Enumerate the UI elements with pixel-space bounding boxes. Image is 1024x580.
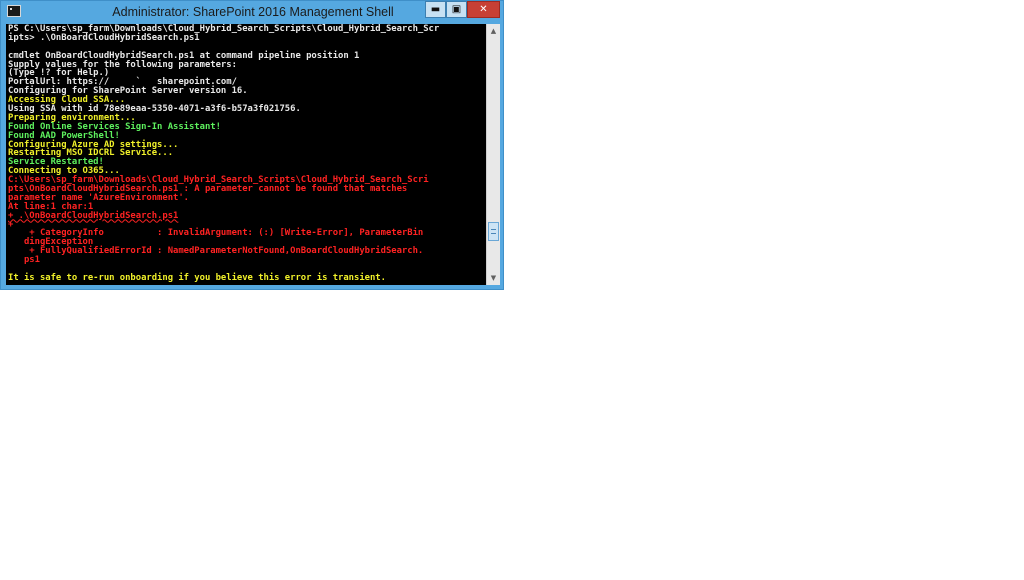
console-line-text: + FullyQualifiedErrorId : NamedParameter… xyxy=(8,246,424,257)
scroll-thumb[interactable] xyxy=(488,222,499,242)
close-button[interactable]: ✕ xyxy=(467,1,500,18)
console-line-text: It is safe to re-run onboarding if you b… xyxy=(8,272,386,283)
maximize-button[interactable]: ▣ xyxy=(446,1,467,18)
console-line: + .\OnBoardCloudHybridSearch.ps1 xyxy=(8,210,439,221)
console-line: ps1 xyxy=(8,256,439,265)
title-bar[interactable]: Administrator: SharePoint 2016 Managemen… xyxy=(1,1,503,23)
console-window: Administrator: SharePoint 2016 Managemen… xyxy=(0,0,504,290)
console-lines: PS C:\Users\sp_farm\Downloads\Cloud_Hybr… xyxy=(8,25,439,283)
console-line: It is safe to re-run onboarding if you b… xyxy=(8,272,439,283)
vertical-scrollbar[interactable]: ▲ ▼ xyxy=(486,24,500,285)
scroll-up-arrow-icon[interactable]: ▲ xyxy=(487,24,500,38)
console-line-text: ps1 xyxy=(8,255,40,266)
console-line: ipts> .\OnBoardCloudHybridSearch.ps1 xyxy=(8,32,439,43)
console-line-text: + .\OnBoardCloudHybridSearch.ps1 xyxy=(8,210,179,221)
console-line: + FullyQualifiedErrorId : NamedParameter… xyxy=(8,247,439,256)
minimize-button[interactable]: ▬ xyxy=(425,1,446,18)
console-line-text: ipts> .\OnBoardCloudHybridSearch.ps1 xyxy=(8,32,200,43)
scroll-down-arrow-icon[interactable]: ▼ xyxy=(487,271,500,285)
console-output[interactable]: PS C:\Users\sp_farm\Downloads\Cloud_Hybr… xyxy=(6,24,486,285)
